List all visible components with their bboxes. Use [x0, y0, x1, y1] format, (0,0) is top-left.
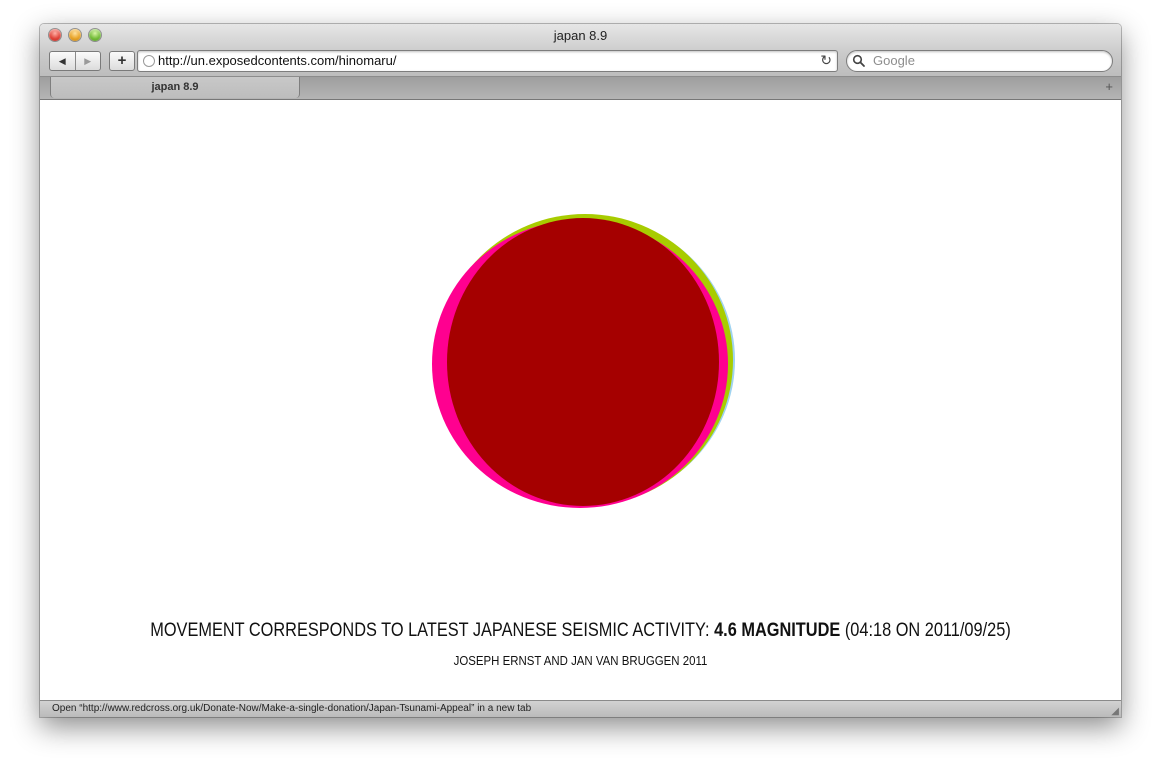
url-text[interactable]: http://un.exposedcontents.com/hinomaru/ [158, 53, 396, 68]
reload-icon[interactable]: ↻ [820, 52, 832, 69]
address-bar[interactable]: http://un.exposedcontents.com/hinomaru/ … [137, 50, 838, 72]
back-arrow-icon: ◀ [58, 55, 66, 66]
back-button[interactable]: ◀ [50, 52, 76, 70]
page-content: MOVEMENT CORRESPONDS TO LATEST JAPANESE … [40, 100, 1121, 700]
tab-japan[interactable]: japan 8.9 [50, 77, 300, 98]
status-bar: Open “http://www.redcross.org.uk/Donate-… [40, 700, 1121, 717]
search-box[interactable] [846, 50, 1113, 72]
forward-button[interactable]: ▶ [76, 52, 101, 70]
new-tab-icon[interactable]: + [1105, 79, 1113, 94]
search-icon[interactable] [852, 54, 866, 68]
browser-toolbar: japan 8.9 ◀ ▶ + http://un.exposedcontent… [40, 24, 1121, 77]
seismic-activity-caption: MOVEMENT CORRESPONDS TO LATEST JAPANESE … [116, 620, 1046, 642]
window-title: japan 8.9 [553, 28, 608, 43]
screen: japan 8.9 ◀ ▶ + http://un.exposedcontent… [0, 0, 1161, 772]
add-bookmark-button[interactable]: + [109, 51, 135, 71]
hinomaru-circle-graphic[interactable] [430, 214, 740, 514]
red-circle [447, 218, 719, 506]
status-text: Open “http://www.redcross.org.uk/Donate-… [52, 703, 532, 714]
caption-timestamp: (04:18 ON 2011/09/25) [840, 620, 1011, 641]
forward-arrow-icon: ▶ [84, 55, 92, 66]
magnitude-value: 4.6 MAGNITUDE [714, 620, 841, 641]
tab-label: japan 8.9 [151, 81, 199, 93]
navigation-buttons: ◀ ▶ [49, 51, 101, 71]
credit-line: JOSEPH ERNST AND JAN VAN BRUGGEN 2011 [453, 653, 708, 668]
resize-grip-icon[interactable]: ◢ [1111, 706, 1119, 717]
page-loading-icon [143, 55, 155, 67]
tab-bar: japan 8.9 + [40, 77, 1121, 100]
browser-window: japan 8.9 ◀ ▶ + http://un.exposedcontent… [40, 24, 1121, 717]
search-input[interactable] [873, 53, 1103, 68]
caption-prefix: MOVEMENT CORRESPONDS TO LATEST JAPANESE … [150, 620, 715, 641]
